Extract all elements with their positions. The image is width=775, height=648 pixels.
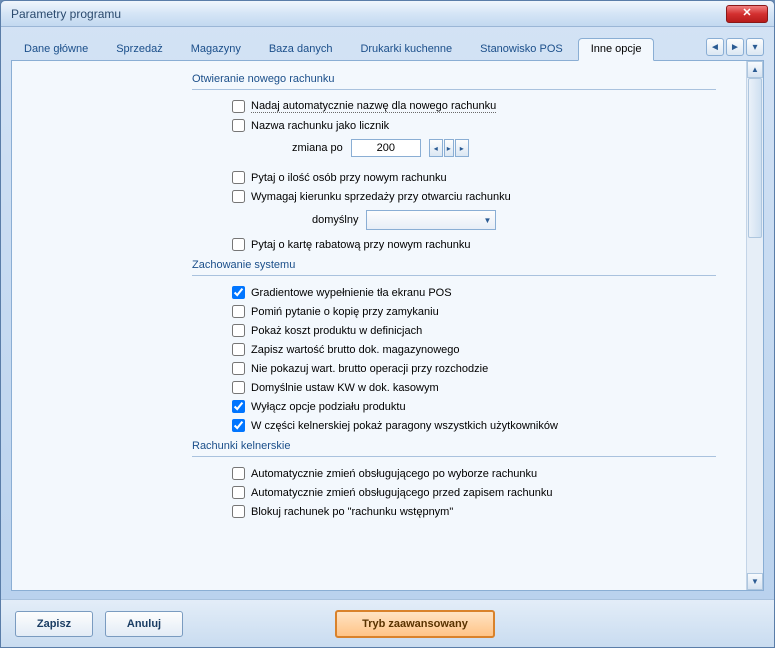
- label-change-before: Automatycznie zmień obsługującego przed …: [251, 487, 552, 499]
- label-show-cost: Pokaż koszt produktu w definicjach: [251, 325, 422, 337]
- program-parameters-window: Parametry programu ✕ Dane główne Sprzeda…: [0, 0, 775, 648]
- scroll-thumb[interactable]: [748, 78, 762, 238]
- check-gradient[interactable]: [232, 286, 245, 299]
- tab-magazyny[interactable]: Magazyny: [178, 38, 254, 60]
- tab-dropdown-button[interactable]: ▾: [746, 38, 764, 56]
- check-block-bill[interactable]: [232, 505, 245, 518]
- label-change-after: Automatycznie zmień obsługującego po wyb…: [251, 468, 537, 480]
- group-waiter-title: Rachunki kelnerskie: [192, 436, 290, 454]
- chevron-down-icon: ▾: [752, 42, 757, 53]
- triangle-down-icon: ▼: [751, 577, 759, 586]
- check-skip-copy[interactable]: [232, 305, 245, 318]
- check-hide-brutto[interactable]: [232, 362, 245, 375]
- save-button[interactable]: Zapisz: [15, 611, 93, 637]
- group-system-behavior: Zachowanie systemu Gradientowe wypełnien…: [192, 255, 746, 436]
- triangle-up-icon: ▲: [751, 65, 759, 74]
- spin-up-button[interactable]: ▸: [455, 139, 469, 157]
- tab-dane-glowne[interactable]: Dane główne: [11, 38, 101, 60]
- label-save-brutto: Zapisz wartość brutto dok. magazynowego: [251, 344, 460, 356]
- tab-bar: Dane główne Sprzedaż Magazyny Baza danyc…: [1, 27, 774, 60]
- tab-nav: ◄ ► ▾: [706, 38, 764, 60]
- check-req-direction[interactable]: [232, 190, 245, 203]
- check-show-cost[interactable]: [232, 324, 245, 337]
- triangle-right-icon: ▸: [460, 144, 464, 153]
- label-gradient: Gradientowe wypełnienie tła ekranu POS: [251, 287, 452, 299]
- label-hide-brutto: Nie pokazuj wart. brutto operacji przy r…: [251, 363, 488, 375]
- check-disable-split[interactable]: [232, 400, 245, 413]
- dropdown-default-direction[interactable]: ▼: [366, 210, 496, 230]
- window-title: Parametry programu: [11, 7, 726, 21]
- spin-down-button[interactable]: ◂: [429, 139, 443, 157]
- check-ask-qty[interactable]: [232, 171, 245, 184]
- label-zmiana-po: zmiana po: [292, 142, 343, 154]
- chevron-left-icon: ◄: [710, 42, 720, 53]
- content-panel: Otwieranie nowego rachunku Nadaj automat…: [11, 60, 764, 591]
- tab-prev-button[interactable]: ◄: [706, 38, 724, 56]
- advanced-mode-button[interactable]: Tryb zaawansowany: [335, 610, 495, 638]
- group-waiter-bills: Rachunki kelnerskie Automatycznie zmień …: [192, 436, 746, 522]
- label-req-direction: Wymagaj kierunku sprzedaży przy otwarciu…: [251, 191, 511, 203]
- check-change-after[interactable]: [232, 467, 245, 480]
- check-kw-default[interactable]: [232, 381, 245, 394]
- label-kw-default: Domyślnie ustaw KW w dok. kasowym: [251, 382, 439, 394]
- spinner-zmiana: ◂ ▸ ▸: [429, 139, 469, 157]
- vertical-scrollbar[interactable]: ▲ ▼: [746, 61, 763, 590]
- scroll-up-button[interactable]: ▲: [747, 61, 763, 78]
- label-auto-name: Nadaj automatycznie nazwę dla nowego rac…: [251, 100, 496, 113]
- check-ask-card[interactable]: [232, 238, 245, 251]
- titlebar: Parametry programu ✕: [1, 1, 774, 27]
- tab-baza-danych[interactable]: Baza danych: [256, 38, 346, 60]
- chevron-down-icon: ▼: [484, 216, 492, 225]
- label-skip-copy: Pomiń pytanie o kopię przy zamykaniu: [251, 306, 439, 318]
- spin-mid-button[interactable]: ▸: [444, 139, 454, 157]
- check-waiter-receipts[interactable]: [232, 419, 245, 432]
- label-ask-card: Pytaj o kartę rabatową przy nowym rachun…: [251, 239, 471, 251]
- label-disable-split: Wyłącz opcje podziału produktu: [251, 401, 406, 413]
- tab-drukarki[interactable]: Drukarki kuchenne: [347, 38, 465, 60]
- scroll-down-button[interactable]: ▼: [747, 573, 763, 590]
- check-save-brutto[interactable]: [232, 343, 245, 356]
- close-button[interactable]: ✕: [726, 5, 768, 23]
- check-auto-name[interactable]: [232, 100, 245, 113]
- tab-sprzedaz[interactable]: Sprzedaż: [103, 38, 175, 60]
- label-block-bill: Blokuj rachunek po "rachunku wstępnym": [251, 506, 453, 518]
- label-ask-qty: Pytaj o ilość osób przy nowym rachunku: [251, 172, 447, 184]
- options-scroll-area: Otwieranie nowego rachunku Nadaj automat…: [12, 61, 746, 590]
- group-open-title: Otwieranie nowego rachunku: [192, 69, 334, 87]
- footer: Zapisz Anuluj Tryb zaawansowany: [1, 599, 774, 647]
- check-change-before[interactable]: [232, 486, 245, 499]
- tab-stanowisko-pos[interactable]: Stanowisko POS: [467, 38, 576, 60]
- cancel-button[interactable]: Anuluj: [105, 611, 183, 637]
- label-waiter-receipts: W części kelnerskiej pokaż paragony wszy…: [251, 420, 558, 432]
- input-zmiana-po[interactable]: [351, 139, 421, 157]
- triangle-small-icon: ▸: [447, 144, 451, 153]
- close-icon: ✕: [742, 8, 751, 19]
- label-default-direction: domyślny: [312, 214, 358, 226]
- tab-next-button[interactable]: ►: [726, 38, 744, 56]
- check-counter-name[interactable]: [232, 119, 245, 132]
- group-system-title: Zachowanie systemu: [192, 255, 295, 273]
- group-open-bill: Otwieranie nowego rachunku Nadaj automat…: [192, 69, 746, 255]
- label-counter-name: Nazwa rachunku jako licznik: [251, 120, 389, 132]
- scroll-track[interactable]: [747, 78, 763, 573]
- tab-inne-opcje[interactable]: Inne opcje: [578, 38, 655, 61]
- chevron-right-icon: ►: [730, 42, 740, 53]
- triangle-left-icon: ◂: [434, 144, 438, 153]
